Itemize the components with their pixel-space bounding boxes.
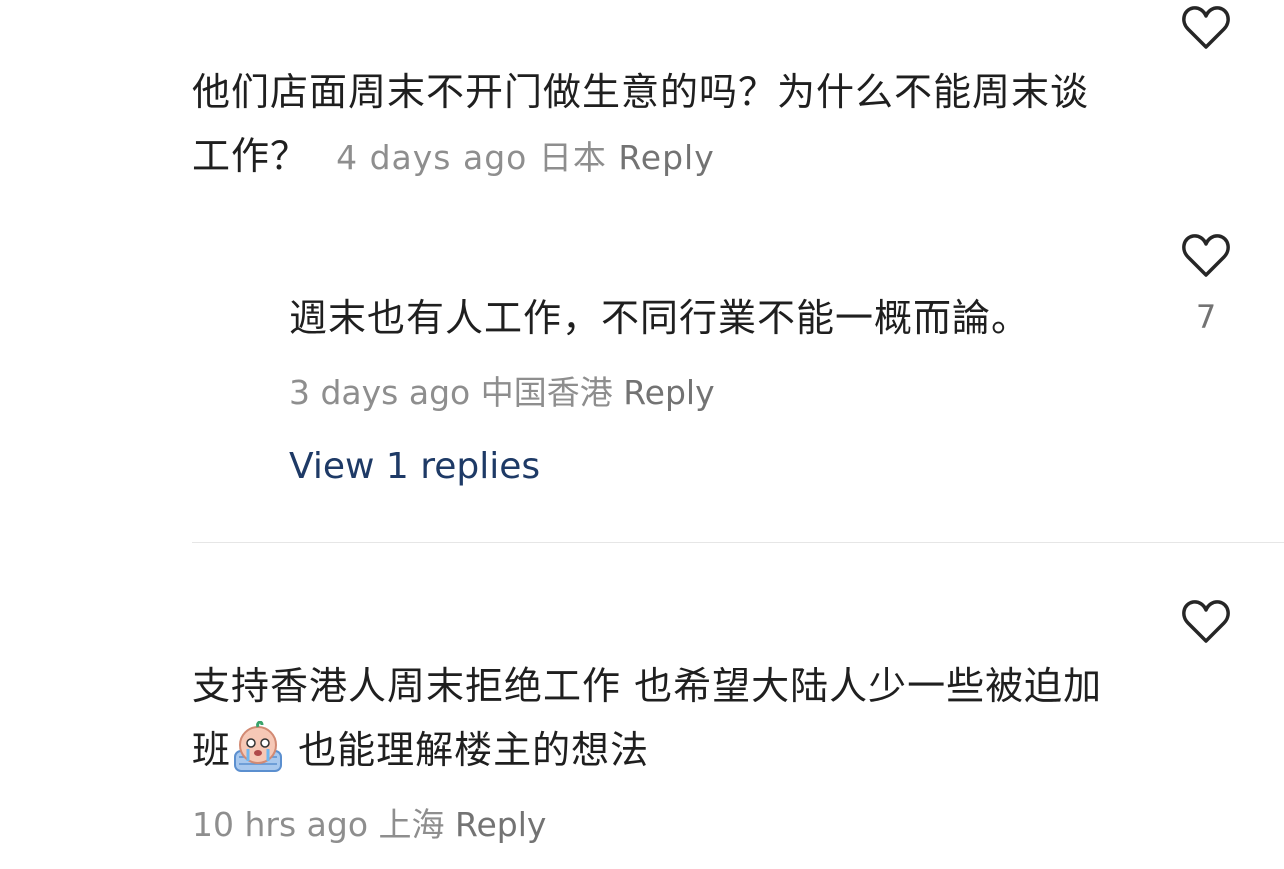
- comment-text: 他们店面周末不开门做生意的吗？为什么不能周末谈工作？ 4 days ago 日本…: [192, 70, 1090, 178]
- comment-meta: 10 hrs ago 上海 Reply: [192, 798, 546, 846]
- crying-baby-emoji-icon: [231, 721, 285, 773]
- view-replies-link[interactable]: View 1 replies: [289, 446, 540, 487]
- comment-location: 日本: [538, 138, 607, 177]
- reply-button[interactable]: Reply: [618, 138, 714, 177]
- like-heart-icon[interactable]: [1180, 597, 1232, 645]
- reply-button[interactable]: Reply: [623, 373, 714, 412]
- comment-time: 10 hrs ago: [192, 805, 369, 844]
- like-heart-icon[interactable]: [1180, 3, 1232, 51]
- like-heart-icon[interactable]: [1180, 231, 1232, 279]
- reply-button[interactable]: Reply: [455, 805, 546, 844]
- comment-time: 4 days ago: [336, 138, 528, 177]
- divider: [192, 542, 1284, 543]
- comment-location: 上海: [378, 805, 445, 844]
- comment-meta: 3 days ago 中国香港 Reply: [289, 366, 715, 414]
- comment-time: 3 days ago: [289, 373, 471, 412]
- comment-meta: 4 days ago 日本 Reply: [336, 138, 715, 177]
- comment-location: 中国香港: [480, 373, 613, 412]
- comment-text: 週末也有人工作，不同行業不能一概而論。: [289, 296, 1031, 340]
- comment-text: 支持香港人周末拒绝工作 也希望大陆人少一些被迫加班 也能理解楼主的想法: [192, 664, 1103, 773]
- like-count: 7: [1195, 298, 1217, 336]
